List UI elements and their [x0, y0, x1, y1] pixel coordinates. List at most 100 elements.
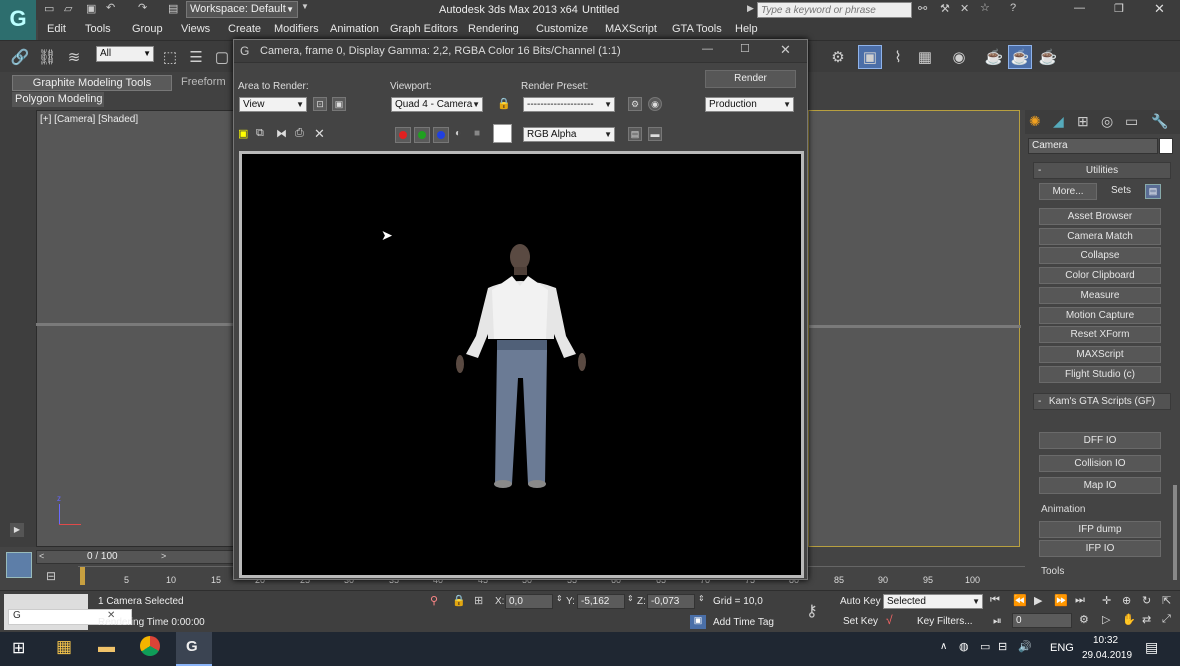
- motion-tab-icon[interactable]: ◎: [1101, 113, 1113, 130]
- time-slider[interactable]: < 0 / 100 >: [36, 550, 236, 564]
- volume-icon[interactable]: 🔊: [1018, 640, 1032, 653]
- binoculars-icon[interactable]: ⚯: [918, 2, 927, 15]
- menu-modifiers[interactable]: Modifiers: [274, 23, 319, 35]
- material-editor-icon[interactable]: ◉: [947, 45, 971, 69]
- zoom-icon[interactable]: ✛: [1102, 594, 1111, 607]
- maximize-viewport-icon[interactable]: ⇱: [1162, 594, 1171, 607]
- collision-io-button[interactable]: Collision IO: [1039, 455, 1161, 472]
- pan-icon[interactable]: ✋: [1122, 613, 1136, 626]
- auto-region-icon[interactable]: ▣: [332, 97, 346, 111]
- quick-access-dropdown-icon[interactable]: ▼: [301, 2, 309, 11]
- motion-capture-button[interactable]: Motion Capture: [1039, 307, 1161, 324]
- goto-start-icon[interactable]: ⏮: [990, 594, 1000, 607]
- expand-arrow-icon[interactable]: ▶: [747, 3, 754, 14]
- red-channel-toggle[interactable]: [395, 127, 411, 143]
- project-folder-icon[interactable]: ▤: [168, 2, 178, 15]
- play-icon[interactable]: ▶: [1034, 594, 1042, 607]
- spinner-icon[interactable]: ⇕: [556, 594, 563, 603]
- edit-region-icon[interactable]: ⊡: [313, 97, 327, 111]
- prev-frame-icon[interactable]: <: [39, 551, 44, 561]
- select-by-name-icon[interactable]: ☰: [184, 45, 208, 69]
- workspace-dropdown[interactable]: Workspace: Default ▼: [186, 1, 298, 18]
- alpha-channel-icon[interactable]: ◐: [455, 128, 461, 139]
- spinner-icon[interactable]: ⇕: [627, 594, 634, 603]
- clear-image-icon[interactable]: ✕: [314, 126, 325, 142]
- production-dropdown[interactable]: Production ▼: [705, 97, 794, 112]
- menu-animation[interactable]: Animation: [330, 23, 379, 35]
- viewport-dropdown[interactable]: Quad 4 - Camera ▼: [391, 97, 483, 112]
- notifications-icon[interactable]: ▤: [1145, 639, 1158, 656]
- sets-button[interactable]: Sets: [1100, 183, 1142, 200]
- isolate-selection-icon[interactable]: ⚲: [430, 594, 438, 607]
- close-icon[interactable]: ✕: [780, 42, 791, 58]
- viewport-layout-button[interactable]: [6, 552, 32, 578]
- menu-group[interactable]: Group: [132, 23, 163, 35]
- add-time-tag[interactable]: Add Time Tag: [713, 617, 774, 628]
- subscription-icon[interactable]: ⚒: [940, 2, 950, 15]
- menu-tools[interactable]: Tools: [85, 23, 111, 35]
- selection-lock-icon[interactable]: 🔒: [452, 594, 466, 607]
- rendered-frame-window-icon[interactable]: ▣: [858, 45, 882, 69]
- orbit-icon[interactable]: ↻: [1142, 594, 1151, 607]
- link-icon[interactable]: 🔗: [8, 45, 32, 69]
- render-button[interactable]: Render: [705, 70, 796, 88]
- configure-sets-icon[interactable]: ▤: [1145, 184, 1161, 199]
- language-indicator[interactable]: ENG: [1050, 642, 1074, 654]
- tab-freeform[interactable]: Freeform: [181, 76, 226, 88]
- unlink-icon[interactable]: ⛓: [35, 45, 59, 69]
- clone-window-icon[interactable]: ⧓: [276, 127, 287, 140]
- swatch-color[interactable]: [493, 124, 512, 143]
- display-tab-icon[interactable]: ▭: [1125, 113, 1138, 130]
- gta-scripts-rollout-header[interactable]: - Kam's GTA Scripts (GF): [1033, 393, 1171, 410]
- z-coordinate-field[interactable]: -0,073: [647, 594, 695, 609]
- play-expand-icon[interactable]: ▶: [10, 523, 24, 537]
- channel-display-dropdown[interactable]: RGB Alpha ▼: [523, 127, 615, 142]
- viewport-camera[interactable]: [+] [Camera] [Shaded]: [36, 110, 236, 325]
- key-mode-toggle-icon[interactable]: ⏯: [993, 615, 1002, 628]
- render-setup-icon[interactable]: ⚙: [826, 45, 850, 69]
- render-production-icon[interactable]: ☕: [982, 45, 1006, 69]
- ifp-io-button[interactable]: IFP IO: [1039, 540, 1161, 557]
- menu-views[interactable]: Views: [181, 23, 210, 35]
- maximize-icon[interactable]: ☐: [740, 42, 750, 55]
- minimize-icon[interactable]: —: [1074, 2, 1085, 14]
- measure-button[interactable]: Measure: [1039, 287, 1161, 304]
- object-color-swatch[interactable]: [1159, 138, 1173, 154]
- absolute-mode-icon[interactable]: ⊞: [474, 594, 483, 607]
- asset-browser-button[interactable]: Asset Browser: [1039, 208, 1161, 225]
- prev-key-icon[interactable]: ⏪: [1013, 594, 1027, 607]
- help-icon[interactable]: ?: [1010, 2, 1016, 14]
- menu-graph-editors[interactable]: Graph Editors: [390, 23, 458, 35]
- communication-icon[interactable]: ✕: [960, 2, 969, 15]
- fov-icon[interactable]: ▷: [1102, 613, 1110, 626]
- tab-graphite-modeling-tools[interactable]: Graphite Modeling Tools: [12, 75, 172, 91]
- discord-icon[interactable]: ◍: [959, 640, 969, 653]
- curve-editor-icon[interactable]: ⌇: [886, 45, 910, 69]
- clock-date[interactable]: 29.04.2019: [1082, 650, 1132, 661]
- select-object-icon[interactable]: ⬚: [158, 45, 182, 69]
- color-clipboard-button[interactable]: Color Clipboard: [1039, 267, 1161, 284]
- print-image-icon[interactable]: ⎙: [295, 127, 304, 140]
- time-config-icon[interactable]: ⚙: [1079, 613, 1089, 626]
- audio-device-icon[interactable]: ⊟: [998, 640, 1007, 653]
- menu-create[interactable]: Create: [228, 23, 261, 35]
- bind-space-warp-icon[interactable]: ≋: [62, 45, 86, 69]
- viewport-right[interactable]: [808, 110, 1021, 547]
- viewport-bottom-left[interactable]: z: [36, 325, 236, 547]
- file-explorer-icon[interactable]: ▬: [98, 637, 115, 657]
- ifp-dump-button[interactable]: IFP dump: [1039, 521, 1161, 538]
- object-name-field[interactable]: Camera: [1028, 138, 1158, 154]
- network-icon[interactable]: ▭: [980, 640, 990, 653]
- key-curve-icon[interactable]: √: [886, 613, 893, 627]
- render-image[interactable]: ➤: [242, 154, 801, 575]
- hierarchy-tab-icon[interactable]: ⊞: [1077, 113, 1089, 130]
- render-setup-icon[interactable]: ⚙: [628, 97, 642, 111]
- lock-viewport-icon[interactable]: 🔒: [497, 97, 511, 110]
- redo-icon[interactable]: ↷: [138, 1, 147, 14]
- clock-time[interactable]: 10:32: [1093, 635, 1118, 646]
- selection-filter-dropdown[interactable]: All ▼: [96, 46, 154, 62]
- command-panel-scrollbar[interactable]: [1173, 485, 1177, 580]
- key-icon[interactable]: ⚷: [806, 601, 818, 621]
- windows-start-icon[interactable]: ⊞: [12, 638, 25, 658]
- menu-gta-tools[interactable]: GTA Tools: [672, 23, 722, 35]
